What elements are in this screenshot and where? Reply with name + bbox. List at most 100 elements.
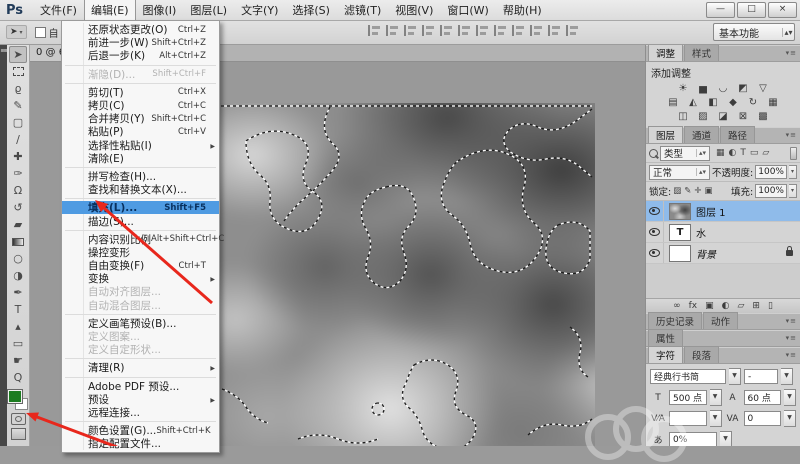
posterize-icon[interactable]: ▨ bbox=[696, 110, 710, 122]
menu-item-free-transform[interactable]: 自由变换(F) Ctrl+T bbox=[62, 259, 219, 272]
levels-icon[interactable]: ▅ bbox=[696, 82, 710, 94]
align-right-edges-icon[interactable] bbox=[458, 25, 471, 36]
font-style-field[interactable]: - bbox=[744, 369, 778, 384]
chevron-down-icon[interactable]: ▼ bbox=[781, 368, 793, 385]
filter-shape-layers-icon[interactable]: ▭ bbox=[750, 148, 759, 158]
chevron-down-icon[interactable]: ▾ bbox=[788, 184, 797, 198]
menu-item-copy-merged[interactable]: 合并拷贝(Y) Shift+Ctrl+C bbox=[62, 112, 219, 125]
menu-item-color-settings[interactable]: 颜色设置(G)... Shift+Ctrl+K bbox=[62, 424, 219, 437]
chevron-down-icon[interactable]: ▾ bbox=[788, 165, 797, 179]
layer-row-background[interactable]: 背景 bbox=[646, 243, 800, 264]
menu-item-presets[interactable]: 预设 bbox=[62, 393, 219, 406]
panel-menu-icon[interactable]: ▾≡ bbox=[786, 317, 797, 325]
quick-mask-button[interactable] bbox=[10, 413, 26, 425]
brush-tool[interactable]: ✑ bbox=[9, 165, 27, 182]
eyedropper-tool[interactable]: ∕ bbox=[9, 131, 27, 148]
tab-history[interactable]: 历史记录 bbox=[648, 312, 703, 329]
foreground-color-swatch[interactable] bbox=[7, 389, 23, 404]
menubar-item[interactable]: 文件(F) bbox=[33, 0, 84, 21]
menu-item-auto-align-layers[interactable]: 自动对齐图层... bbox=[62, 285, 219, 298]
align-top-edges-icon[interactable] bbox=[368, 25, 381, 36]
color-lookup-icon[interactable]: ▦ bbox=[766, 96, 780, 108]
menu-item-purge[interactable]: 清理(R) bbox=[62, 361, 219, 378]
pen-tool[interactable]: ✒ bbox=[9, 284, 27, 301]
chevron-down-icon[interactable]: ▼ bbox=[709, 410, 722, 427]
align-horizontal-centers-icon[interactable] bbox=[440, 25, 453, 36]
workspace-switcher[interactable]: 基本功能 ▴▾ bbox=[713, 23, 795, 41]
tsume-field[interactable]: 0% bbox=[669, 432, 717, 446]
menu-item-find-replace-text[interactable]: 查找和替换文本(X)... bbox=[62, 183, 219, 200]
filter-pixel-layers-icon[interactable]: ▦ bbox=[716, 148, 725, 158]
tab-channels[interactable]: 通道 bbox=[684, 126, 720, 143]
menubar-item[interactable]: 视图(V) bbox=[388, 0, 440, 21]
distribute-top-edges-icon[interactable] bbox=[476, 25, 489, 36]
marquee-tool[interactable] bbox=[9, 63, 27, 80]
shape-tool[interactable]: ▭ bbox=[9, 335, 27, 352]
kerning-field[interactable] bbox=[669, 411, 707, 426]
menubar-item[interactable]: 滤镜(T) bbox=[337, 0, 388, 21]
current-tool-preset[interactable]: ➤ ▾ bbox=[6, 25, 27, 39]
menu-item-auto-blend-layers[interactable]: 自动混合图层... bbox=[62, 299, 219, 315]
exposure-icon[interactable]: ◩ bbox=[736, 82, 750, 94]
menu-item-define-custom-shape[interactable]: 定义自定形状... bbox=[62, 343, 219, 360]
move-tool[interactable]: ➤ bbox=[9, 46, 27, 63]
tab-styles[interactable]: 样式 bbox=[684, 44, 720, 61]
layer-row-text[interactable]: T 水 bbox=[646, 222, 800, 243]
photo-filter-icon[interactable]: ◆ bbox=[726, 96, 740, 108]
gradient-map-icon[interactable]: ▩ bbox=[756, 110, 770, 122]
black-white-icon[interactable]: ◧ bbox=[706, 96, 720, 108]
link-layers-icon[interactable]: ∞ bbox=[673, 301, 681, 311]
tab-properties[interactable]: 属性 bbox=[648, 329, 684, 346]
new-layer-icon[interactable]: ⊞ bbox=[752, 301, 760, 311]
align-left-edges-icon[interactable] bbox=[422, 25, 435, 36]
menu-item-fade[interactable]: 渐隐(D)... Shift+Ctrl+F bbox=[62, 68, 219, 84]
crop-tool[interactable]: ▢ bbox=[9, 114, 27, 131]
panel-menu-icon[interactable]: ▾≡ bbox=[786, 351, 797, 359]
menu-item-define-brush-preset[interactable]: 定义画笔预设(B)... bbox=[62, 317, 219, 330]
panel-menu-icon[interactable]: ▾≡ bbox=[786, 49, 797, 57]
gradient-tool[interactable] bbox=[9, 233, 27, 250]
minimize-button[interactable]: — bbox=[706, 2, 735, 18]
collapsed-dock-strip[interactable]: ▪▪ bbox=[0, 45, 8, 446]
menu-item-cut[interactable]: 剪切(T) Ctrl+X bbox=[62, 86, 219, 99]
tab-layers[interactable]: 图层 bbox=[648, 126, 684, 143]
menu-item-puppet-warp[interactable]: 操控变形 bbox=[62, 246, 219, 259]
menu-item-copy[interactable]: 拷贝(C) Ctrl+C bbox=[62, 99, 219, 112]
menubar-item[interactable]: 选择(S) bbox=[285, 0, 337, 21]
menu-item-undo[interactable]: 还原状态更改(O) Ctrl+Z bbox=[62, 23, 219, 36]
tab-adjustments[interactable]: 调整 bbox=[648, 44, 684, 61]
vibrance-icon[interactable]: ▽ bbox=[756, 82, 770, 94]
menu-item-check-spelling[interactable]: 拼写检查(H)... bbox=[62, 170, 219, 183]
layer-row-layer1[interactable]: 图层 1 bbox=[646, 201, 800, 222]
font-size-field[interactable]: 500 点 bbox=[669, 390, 707, 405]
threshold-icon[interactable]: ◪ bbox=[716, 110, 730, 122]
canvas[interactable] bbox=[218, 103, 595, 446]
spot-healing-brush-tool[interactable]: ✚ bbox=[9, 148, 27, 165]
clone-stamp-tool[interactable]: Ω bbox=[9, 182, 27, 199]
chevron-down-icon[interactable]: ▼ bbox=[709, 389, 722, 406]
menu-item-stroke[interactable]: 描边(S)... bbox=[62, 214, 219, 231]
menu-item-clear[interactable]: 清除(E) bbox=[62, 152, 219, 169]
tab-paragraph[interactable]: 段落 bbox=[684, 346, 720, 363]
channel-mixer-icon[interactable]: ↻ bbox=[746, 96, 760, 108]
curves-icon[interactable]: ◡ bbox=[716, 82, 730, 94]
menu-item-step-backward[interactable]: 后退一步(K) Alt+Ctrl+Z bbox=[62, 49, 219, 66]
maximize-button[interactable]: □ bbox=[737, 2, 766, 18]
chevron-down-icon[interactable]: ▼ bbox=[784, 389, 796, 406]
zoom-tool[interactable]: Q bbox=[9, 369, 27, 386]
layer-styles-icon[interactable]: fx bbox=[689, 301, 698, 311]
add-layer-mask-icon[interactable]: ▣ bbox=[705, 301, 714, 311]
menu-item-remote-connections[interactable]: 远程连接... bbox=[62, 406, 219, 423]
filter-smart-objects-icon[interactable]: ▱ bbox=[762, 148, 769, 158]
hue-saturation-icon[interactable]: ▤ bbox=[666, 96, 680, 108]
menu-item-fill[interactable]: 填充(L)... Shift+F5 bbox=[62, 201, 219, 215]
menu-item-define-pattern[interactable]: 定义图案... bbox=[62, 330, 219, 343]
distribute-vertical-centers-icon[interactable] bbox=[494, 25, 507, 36]
menubar-item[interactable]: 帮助(H) bbox=[496, 0, 549, 21]
type-tool[interactable]: T bbox=[9, 301, 27, 318]
menubar-item[interactable]: 图像(I) bbox=[136, 0, 184, 21]
eraser-tool[interactable]: ▰ bbox=[9, 216, 27, 233]
tab-actions[interactable]: 动作 bbox=[703, 312, 739, 329]
layer-thumbnail[interactable] bbox=[669, 244, 691, 262]
visibility-toggle[interactable] bbox=[646, 243, 664, 263]
